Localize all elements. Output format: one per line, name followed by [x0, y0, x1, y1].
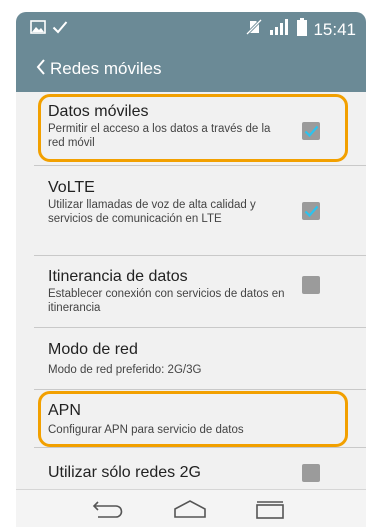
data-roaming-checkbox[interactable]: [302, 276, 320, 294]
app-bar: Redes móviles: [16, 46, 366, 92]
status-left-icons: [30, 20, 68, 39]
setting-volte[interactable]: VoLTE Utilizar llamadas de voz de alta c…: [16, 178, 366, 246]
home-icon: [174, 500, 206, 518]
divider: [34, 327, 366, 328]
setting-2g-only[interactable]: Utilizar sólo redes 2G: [16, 460, 366, 486]
recents-icon: [256, 501, 284, 519]
divider: [34, 389, 366, 390]
highlight-apn: [38, 391, 348, 447]
setting-subtitle: Utilizar llamadas de voz de alta calidad…: [48, 199, 256, 225]
highlight-mobile-data: [38, 94, 348, 162]
status-bar: 15:41: [16, 12, 366, 46]
page-title: Redes móviles: [50, 59, 162, 78]
status-right-icons: 15:41: [245, 18, 356, 41]
setting-data-roaming[interactable]: Itinerancia de datos Establecer conexión…: [16, 267, 366, 319]
navigation-bar: [16, 489, 366, 527]
setting-title: Modo de red: [48, 341, 138, 358]
phone-screen: 15:41 Redes móviles Datos móviles Permit…: [16, 12, 366, 527]
back-icon: [92, 501, 123, 518]
image-icon: [30, 20, 46, 39]
no-sim-icon: [245, 18, 263, 41]
signal-icon: [269, 18, 291, 41]
divider: [34, 255, 366, 256]
nav-recents-button[interactable]: [250, 496, 290, 522]
2g-only-checkbox[interactable]: [302, 464, 320, 482]
divider: [34, 447, 366, 448]
battery-icon: [297, 18, 308, 41]
back-button[interactable]: Redes móviles: [36, 58, 162, 80]
clock: 15:41: [313, 19, 356, 39]
nav-home-button[interactable]: [170, 496, 210, 522]
setting-subtitle: Modo de red preferido: 2G/3G: [48, 364, 202, 376]
divider: [34, 165, 366, 166]
checkmark-icon: [304, 205, 319, 218]
check-icon: [52, 20, 68, 39]
setting-network-mode[interactable]: Modo de red Modo de red preferido: 2G/3G: [16, 340, 366, 380]
nav-back-button[interactable]: [88, 496, 128, 522]
setting-title: VoLTE: [48, 179, 95, 196]
volte-checkbox[interactable]: [302, 202, 320, 220]
chevron-left-icon: [36, 58, 46, 80]
setting-subtitle: Establecer conexión con servicios de dat…: [48, 288, 285, 314]
